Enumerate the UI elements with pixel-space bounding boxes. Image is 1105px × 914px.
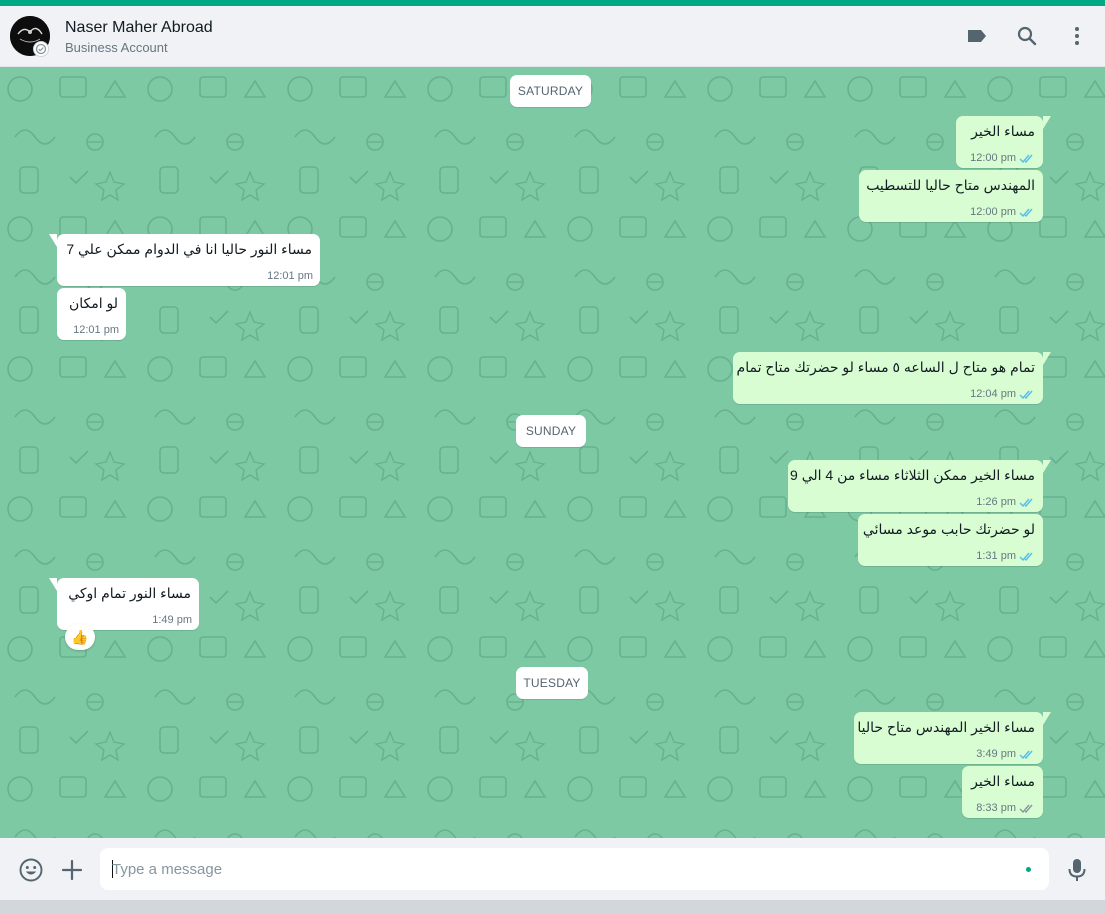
chat-header[interactable]: Naser Maher Abroad Business Account — [0, 6, 1105, 67]
message-time: 12:04 pm — [970, 388, 1016, 400]
incoming-message[interactable]: مساء النور حاليا انا في الدوام ممكن علي … — [49, 234, 320, 286]
message-time: 12:00 pm — [970, 152, 1016, 164]
message-time: 12:01 pm — [267, 270, 313, 282]
contact-name[interactable]: Naser Maher Abroad — [65, 19, 213, 37]
double-check-icon — [1019, 498, 1033, 507]
double-check-icon — [1019, 804, 1033, 813]
outgoing-message[interactable]: مساء الخير 8:33 pm — [962, 766, 1043, 818]
message-input[interactable] — [112, 848, 1012, 890]
message-time: 1:49 pm — [152, 614, 192, 626]
whatsapp-window: Naser Maher Abroad Business Account SATU… — [0, 0, 1105, 914]
outgoing-message[interactable]: المهندس متاح حاليا للتسطيب 12:00 pm — [859, 170, 1043, 222]
double-check-icon — [1019, 552, 1033, 561]
message-input-container[interactable] — [100, 848, 1049, 890]
message-time: 12:00 pm — [970, 206, 1016, 218]
outgoing-message[interactable]: مساء الخير 12:00 pm — [956, 116, 1051, 168]
outgoing-message[interactable]: تمام هو متاح ل الساعه ٥ مساء لو حضرتك مت… — [733, 352, 1051, 404]
contact-subtitle: Business Account — [65, 40, 168, 55]
day-separator: TUESDAY — [516, 667, 588, 699]
microphone-icon[interactable] — [1064, 857, 1090, 883]
message-time: 1:26 pm — [976, 496, 1016, 508]
reaction-thumbs-up-icon[interactable]: 👍 — [65, 624, 95, 650]
double-check-icon — [1019, 208, 1033, 217]
day-separator: SUNDAY — [516, 415, 586, 447]
outgoing-message[interactable]: لو حضرتك حابب موعد مسائي 1:31 pm — [858, 514, 1043, 566]
emoji-icon[interactable] — [18, 857, 44, 883]
double-check-icon — [1019, 154, 1033, 163]
menu-icon[interactable] — [1065, 24, 1089, 48]
composer-bar — [0, 838, 1105, 900]
message-time: 3:49 pm — [976, 748, 1016, 760]
message-time: 12:01 pm — [73, 324, 119, 336]
message-time: 1:31 pm — [976, 550, 1016, 562]
double-check-icon — [1019, 750, 1033, 759]
attach-plus-icon[interactable] — [59, 857, 85, 883]
business-badge-icon — [33, 41, 49, 57]
double-check-icon — [1019, 390, 1033, 399]
incoming-message[interactable]: لو امكان 12:01 pm — [57, 288, 126, 340]
window-bottom-edge — [0, 900, 1105, 914]
message-list[interactable]: SATURDAY SUNDAY TUESDAY مساء الخير 12:00… — [0, 67, 1105, 838]
outgoing-message[interactable]: مساء الخير ممكن الثلاثاء مساء من 4 الي 9… — [788, 460, 1051, 512]
outgoing-message[interactable]: مساء الخير المهندس متاح حاليا 3:49 pm — [854, 712, 1051, 764]
label-icon[interactable] — [965, 24, 989, 48]
day-separator: SATURDAY — [510, 75, 591, 107]
status-dot-icon — [1026, 867, 1031, 872]
incoming-message[interactable]: مساء النور تمام اوكي 1:49 pm — [49, 578, 199, 630]
search-icon[interactable] — [1015, 24, 1039, 48]
message-time: 8:33 pm — [976, 802, 1016, 814]
